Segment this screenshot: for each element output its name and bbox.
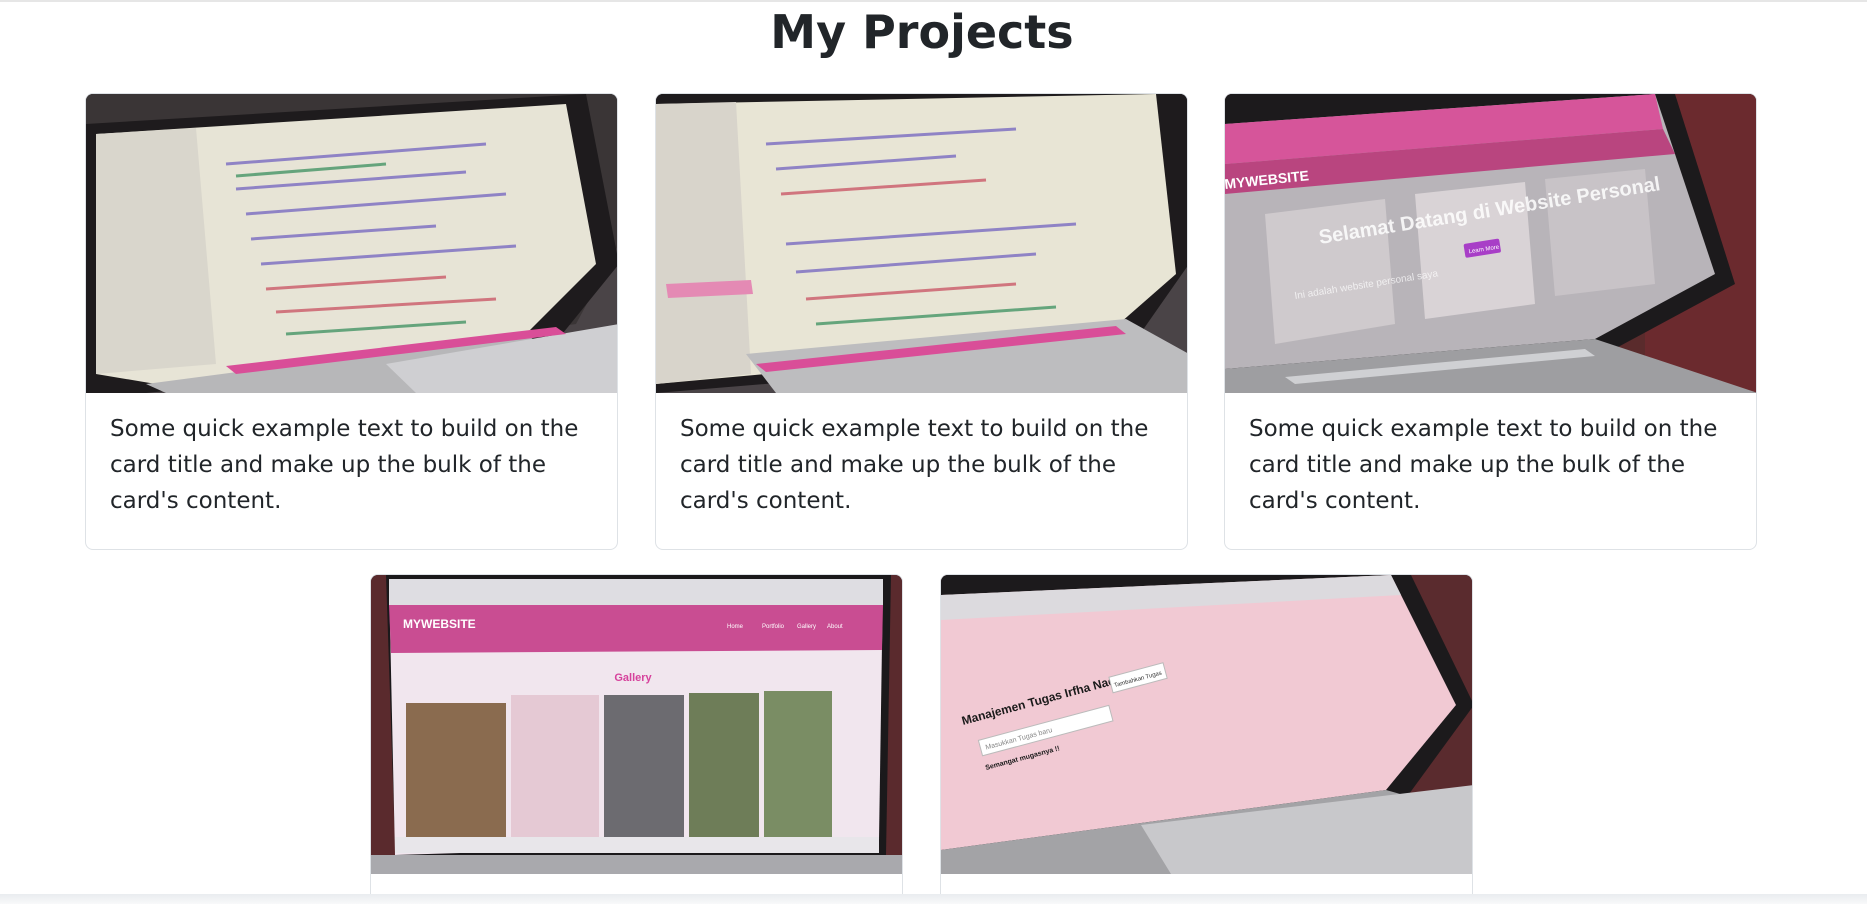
card-text: Some quick example text to build on the … xyxy=(110,416,579,514)
screen-nav-about: About xyxy=(827,624,843,630)
project-image-code-editor xyxy=(656,94,1187,393)
card-text: Some quick example text to build on the … xyxy=(1249,416,1718,514)
screen-gallery-heading: Gallery xyxy=(614,672,652,684)
project-card[interactable]: Some quick example text to build on the … xyxy=(655,93,1188,550)
top-divider xyxy=(0,0,1867,2)
card-text: Some quick example text to build on the … xyxy=(680,416,1149,514)
page-title: My Projects xyxy=(770,5,1074,59)
screen-nav-portfolio: Portfolio xyxy=(762,624,785,630)
project-image-task-manager: Manajemen Tugas Irfha Naqis :> Masukkan … xyxy=(941,575,1472,874)
project-card[interactable]: Manajemen Tugas Irfha Naqis :> Masukkan … xyxy=(940,574,1473,904)
screen-brand: MYWEBSITE xyxy=(403,617,476,631)
project-image-code-editor xyxy=(86,94,617,393)
project-image-website-home: MYWEBSITE Selamat Datang di Website Pers… xyxy=(1225,94,1756,393)
screen-nav-gallery: Gallery xyxy=(797,624,816,630)
bottom-divider xyxy=(0,894,1867,904)
project-image-website-gallery: MYWEBSITE Home Portfolio Gallery About G… xyxy=(371,575,902,874)
screen-nav-home: Home xyxy=(727,624,744,630)
project-card[interactable]: MYWEBSITE Home Portfolio Gallery About G… xyxy=(370,574,903,904)
project-card[interactable]: Some quick example text to build on the … xyxy=(85,93,618,550)
project-card[interactable]: MYWEBSITE Selamat Datang di Website Pers… xyxy=(1224,93,1757,550)
